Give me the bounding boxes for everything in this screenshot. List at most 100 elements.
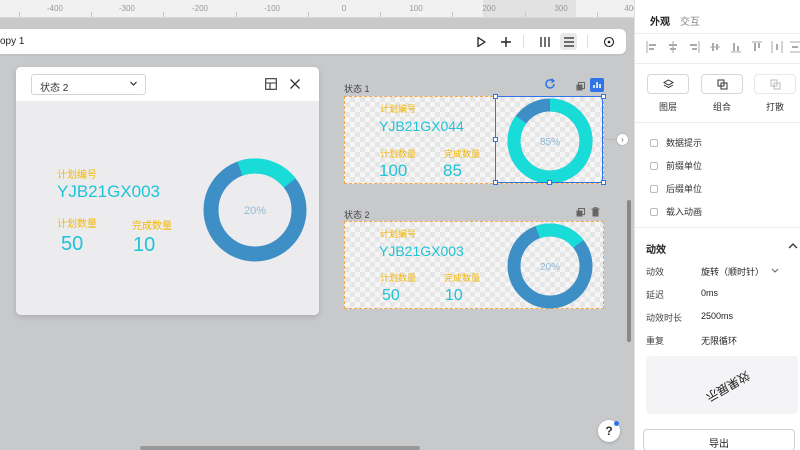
repeat-select[interactable]: 无限循环 (701, 334, 737, 347)
align-vcenter-icon[interactable] (709, 40, 721, 54)
align-bottom-icon[interactable] (730, 40, 742, 54)
repeat-label: 重复 (646, 336, 665, 346)
ungroup-label: 打散 (765, 102, 784, 112)
help-button[interactable]: ? (598, 420, 620, 442)
animation-section-title: 动效 (646, 245, 666, 256)
distribute-horizontal-icon[interactable] (771, 40, 783, 54)
tab-interaction[interactable]: 交互 (680, 13, 700, 28)
horizontal-ruler: -400 -300 -200 -100 0 100 200 300 400 (0, 0, 638, 18)
group-button[interactable] (701, 74, 743, 94)
copy-icon[interactable] (576, 208, 585, 217)
resize-handle[interactable] (601, 180, 606, 185)
state-select-value: 状态 2 (40, 83, 69, 94)
layer-label: 图层 (658, 102, 677, 112)
duration-input[interactable]: 2500ms (701, 311, 733, 321)
play-icon (476, 36, 486, 47)
align-top-icon[interactable] (751, 40, 763, 54)
play-button[interactable] (472, 33, 489, 50)
option-label: 载入动画 (666, 207, 703, 217)
close-icon[interactable] (289, 78, 301, 90)
chevron-down-icon (130, 81, 137, 86)
planned-qty-label: 计划数量 (57, 219, 97, 230)
rows-icon (563, 36, 574, 47)
distribute-vertical-icon[interactable] (789, 40, 800, 54)
chart-type-button[interactable] (590, 78, 604, 92)
group-icon (717, 79, 727, 89)
state-preview-window: 状态 2 计划编号 YJB21GX003 计划数量 完成数量 50 10 20% (16, 67, 319, 315)
export-button[interactable]: 导出 (643, 429, 795, 450)
align-left-icon[interactable] (646, 40, 658, 54)
layout-icon[interactable] (265, 78, 277, 90)
preview-canvas: 计划编号 YJB21GX003 计划数量 完成数量 50 10 20% (16, 101, 319, 315)
planned-qty-label: 计划数量 (380, 273, 417, 283)
chevron-up-icon[interactable] (788, 242, 798, 250)
option-suffix-unit[interactable]: 后缀单位 (650, 182, 702, 195)
planned-qty-value: 100 (379, 161, 408, 180)
done-qty-value: 10 (445, 287, 463, 304)
resize-handle[interactable] (601, 94, 606, 99)
connector-handle[interactable]: › (616, 133, 629, 146)
ruler-tick: -300 (118, 4, 136, 13)
progress-donut: 20% (203, 158, 307, 262)
resize-handle[interactable] (493, 94, 498, 99)
plan-number-label: 计划编号 (380, 104, 417, 114)
panel-tabs: 外观 交互 (635, 0, 800, 34)
plan-number-label: 计划编号 (57, 170, 97, 181)
chevron-down-icon[interactable] (771, 267, 779, 274)
resize-handle[interactable] (547, 180, 552, 185)
refresh-icon[interactable] (544, 78, 556, 90)
rows-view-button[interactable] (560, 33, 577, 50)
delay-label: 延迟 (646, 290, 665, 300)
ruler-tick: -100 (263, 4, 281, 13)
columns-icon (539, 36, 550, 47)
help-icon: ? (605, 424, 613, 438)
state2-card[interactable]: 计划编号 YJB21GX003 计划数量 完成数量 50 10 20% (344, 221, 604, 309)
align-right-icon[interactable] (688, 40, 700, 54)
done-qty-label: 完成数量 (444, 149, 481, 159)
plan-number-value: YJB21GX003 (379, 243, 464, 259)
delay-input[interactable]: 0ms (701, 288, 718, 298)
done-qty-label: 完成数量 (444, 273, 481, 283)
canvas-toolbar: opy 1 (0, 29, 626, 54)
layer-button[interactable] (647, 74, 689, 94)
add-button[interactable] (497, 33, 514, 50)
selection-box[interactable] (495, 96, 603, 183)
horizontal-scrollbar[interactable] (140, 446, 420, 450)
bar-chart-icon (593, 82, 601, 88)
plan-number-label: 计划编号 (380, 229, 417, 239)
option-label: 前缀单位 (666, 161, 703, 171)
state1-label: 状态 1 (344, 84, 370, 94)
animation-select[interactable]: 旋转（顺时针） (701, 265, 764, 278)
duration-label: 动效时长 (646, 313, 683, 323)
checkbox[interactable] (650, 138, 658, 147)
target-button[interactable] (600, 33, 617, 50)
planned-qty-value: 50 (61, 233, 84, 255)
option-prefix-unit[interactable]: 前缀单位 (650, 159, 702, 172)
columns-view-button[interactable] (536, 33, 553, 50)
ruler-tick: 0 (341, 4, 347, 13)
checkbox[interactable] (650, 161, 658, 170)
option-label: 数据提示 (666, 138, 703, 148)
copy-icon[interactable] (576, 82, 585, 91)
state2-label: 状态 2 (344, 210, 370, 220)
tab-appearance[interactable]: 外观 (650, 13, 670, 28)
resize-handle[interactable] (493, 180, 498, 185)
group-label: 组合 (712, 102, 731, 112)
donut-percent: 20% (540, 262, 560, 273)
state-select[interactable]: 状态 2 (31, 74, 146, 95)
ungroup-button[interactable] (754, 74, 796, 94)
resize-handle[interactable] (493, 137, 498, 142)
option-load-animation[interactable]: 载入动画 (650, 205, 702, 218)
checkbox[interactable] (650, 184, 658, 193)
ruler-tick: -400 (46, 4, 64, 13)
ungroup-icon (770, 79, 780, 89)
option-data-tooltip[interactable]: 数据提示 (650, 136, 702, 149)
checkbox[interactable] (650, 207, 658, 216)
align-hcenter-icon[interactable] (667, 40, 679, 54)
trash-icon[interactable] (591, 207, 600, 217)
progress-donut: 20% (507, 223, 593, 309)
vertical-scrollbar[interactable] (627, 200, 631, 342)
plan-number-value: YJB21GX044 (379, 118, 464, 134)
donut-percent: 20% (244, 205, 266, 217)
target-icon (603, 36, 614, 47)
